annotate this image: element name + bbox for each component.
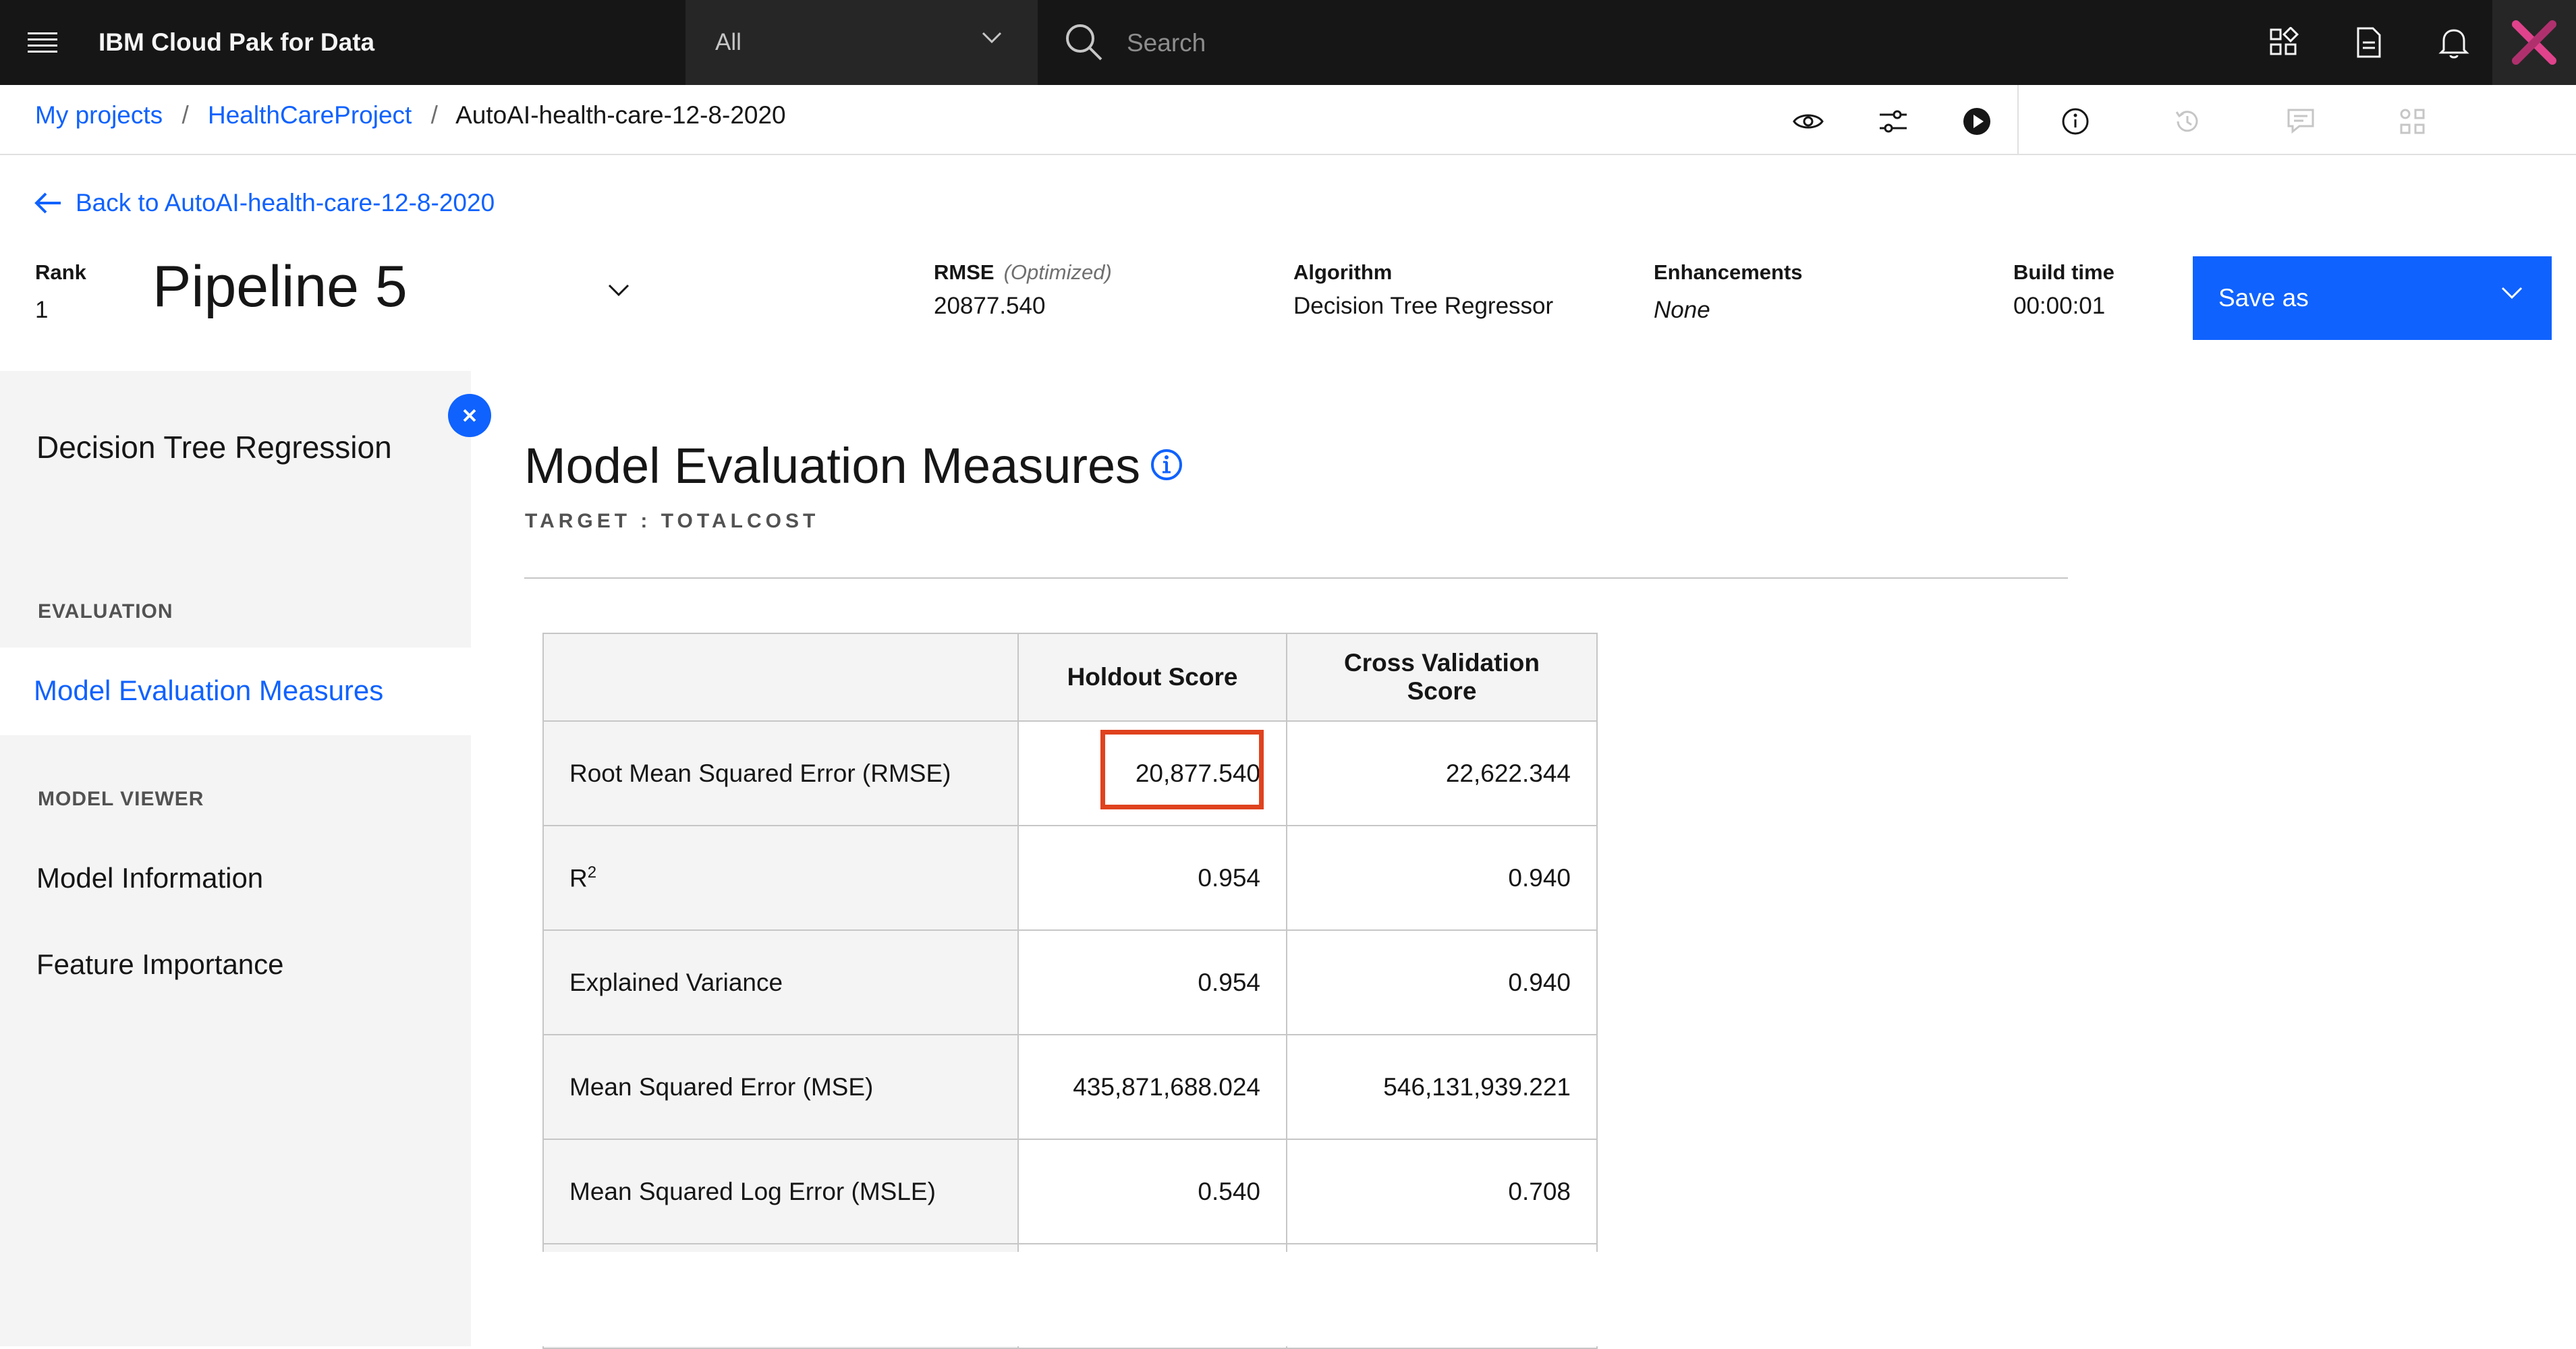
section-heading-evaluation: EVALUATION xyxy=(38,600,173,623)
rmse-value: 20877.540 xyxy=(934,293,1046,319)
rmse-label: RMSE (Optimized) xyxy=(934,260,1112,284)
rank-label: Rank xyxy=(35,260,86,284)
cv-score: 0.940 xyxy=(1286,825,1598,931)
close-panel-button[interactable] xyxy=(448,394,491,437)
chevron-down-icon xyxy=(2501,287,2523,299)
scope-select[interactable]: All xyxy=(685,0,1038,85)
column-header-metric xyxy=(542,633,1019,722)
rmse-optimized-note: (Optimized) xyxy=(1003,260,1112,284)
pipeline-title: Pipeline 5 xyxy=(152,254,408,319)
history-icon[interactable] xyxy=(2160,94,2214,148)
enhancements-value: None xyxy=(1654,297,1710,323)
global-search[interactable] xyxy=(1038,0,2241,85)
column-header-cv: Cross Validation Score xyxy=(1286,633,1598,722)
build-time-value: 00:00:01 xyxy=(2013,293,2106,319)
rank-value: 1 xyxy=(35,297,49,323)
pipeline-select-chevron-icon[interactable] xyxy=(607,283,630,298)
holdout-score: 435,871,688.024 xyxy=(1017,1034,1287,1140)
nav-item-label[interactable]: Model Evaluation Measures xyxy=(34,674,383,707)
table-overflow-mask xyxy=(472,1252,2576,1346)
table-row: R2 0.954 0.940 xyxy=(542,825,1598,931)
close-icon xyxy=(463,409,476,422)
table-row: Explained Variance 0.954 0.940 xyxy=(542,929,1598,1035)
breadcrumb-separator: / xyxy=(181,101,189,129)
cv-score: 0.940 xyxy=(1286,929,1598,1035)
column-header-holdout: Holdout Score xyxy=(1017,633,1287,722)
algorithm-value: Decision Tree Regressor xyxy=(1293,293,1554,319)
notification-bell-icon[interactable] xyxy=(2411,0,2496,85)
breadcrumb-link-my-projects[interactable]: My projects xyxy=(35,101,163,129)
nav-item-model-information[interactable]: Model Information xyxy=(36,862,263,894)
metric-name: Mean Squared Log Error (MSLE) xyxy=(542,1139,1019,1244)
brand-x-icon[interactable] xyxy=(2492,0,2576,85)
build-time-label: Build time xyxy=(2013,260,2115,284)
cv-score: 546,131,939.221 xyxy=(1286,1034,1598,1140)
view-icon[interactable] xyxy=(1781,94,1835,148)
left-side-panel xyxy=(0,371,471,1346)
chevron-down-icon xyxy=(982,32,1002,44)
section-heading-model-viewer: MODEL VIEWER xyxy=(38,788,204,810)
apps-switcher-icon[interactable] xyxy=(2241,0,2326,85)
info-icon[interactable] xyxy=(2048,94,2102,148)
evaluation-table: Holdout Score Cross Validation Score Roo… xyxy=(542,633,1598,1349)
arrow-left-icon xyxy=(34,192,61,214)
metric-name: R2 xyxy=(542,825,1019,931)
metric-name: Root Mean Squared Error (RMSE) xyxy=(542,720,1019,826)
run-icon[interactable] xyxy=(1950,94,2004,148)
metric-name: Mean Squared Error (MSE) xyxy=(542,1034,1019,1140)
back-link[interactable]: Back to AutoAI-health-care-12-8-2020 xyxy=(34,189,495,217)
save-as-label: Save as xyxy=(2218,284,2309,312)
menu-icon[interactable] xyxy=(0,0,85,85)
divider xyxy=(524,577,2068,579)
settings-sliders-icon[interactable] xyxy=(1866,94,1920,148)
table-header-row: Holdout Score Cross Validation Score xyxy=(542,633,1598,722)
toolbar-divider xyxy=(2017,85,2019,155)
back-link-label: Back to AutoAI-health-care-12-8-2020 xyxy=(76,189,495,217)
app-title[interactable]: IBM Cloud Pak for Data xyxy=(99,0,374,85)
nodes-icon[interactable] xyxy=(2386,94,2440,148)
algorithm-label: Algorithm xyxy=(1293,260,1393,284)
comments-icon[interactable] xyxy=(2274,94,2328,148)
search-icon xyxy=(1066,24,1102,61)
breadcrumb: My projects / HealthCareProject / AutoAI… xyxy=(35,101,786,130)
search-input[interactable] xyxy=(1125,19,2140,67)
scope-select-value: All xyxy=(715,29,741,55)
breadcrumb-current: AutoAI-health-care-12-8-2020 xyxy=(455,101,786,129)
save-as-button[interactable]: Save as xyxy=(2193,256,2552,340)
table-row: Root Mean Squared Error (RMSE) 20,877.54… xyxy=(542,720,1598,826)
table-row: Mean Squared Log Error (MSLE) 0.540 0.70… xyxy=(542,1139,1598,1244)
table-row: Mean Squared Error (MSE) 435,871,688.024… xyxy=(542,1034,1598,1140)
cv-score: 22,622.344 xyxy=(1286,720,1598,826)
nav-item-feature-importance[interactable]: Feature Importance xyxy=(36,948,284,981)
target-label: TARGET : TOTALCOST xyxy=(525,510,820,532)
breadcrumb-separator: / xyxy=(430,101,438,129)
metric-name: Explained Variance xyxy=(542,929,1019,1035)
page-title: Model Evaluation Measures xyxy=(524,438,1141,494)
panel-title: Decision Tree Regression xyxy=(36,430,392,465)
info-icon[interactable] xyxy=(1150,448,1183,482)
holdout-score: 0.954 xyxy=(1017,929,1287,1035)
cv-score: 0.708 xyxy=(1286,1139,1598,1244)
holdout-score: 0.954 xyxy=(1017,825,1287,931)
document-icon[interactable] xyxy=(2326,0,2411,85)
holdout-score: 0.540 xyxy=(1017,1139,1287,1244)
highlight-annotation-box xyxy=(1100,730,1264,809)
breadcrumb-link-project[interactable]: HealthCareProject xyxy=(208,101,412,129)
enhancements-label: Enhancements xyxy=(1654,260,1803,284)
